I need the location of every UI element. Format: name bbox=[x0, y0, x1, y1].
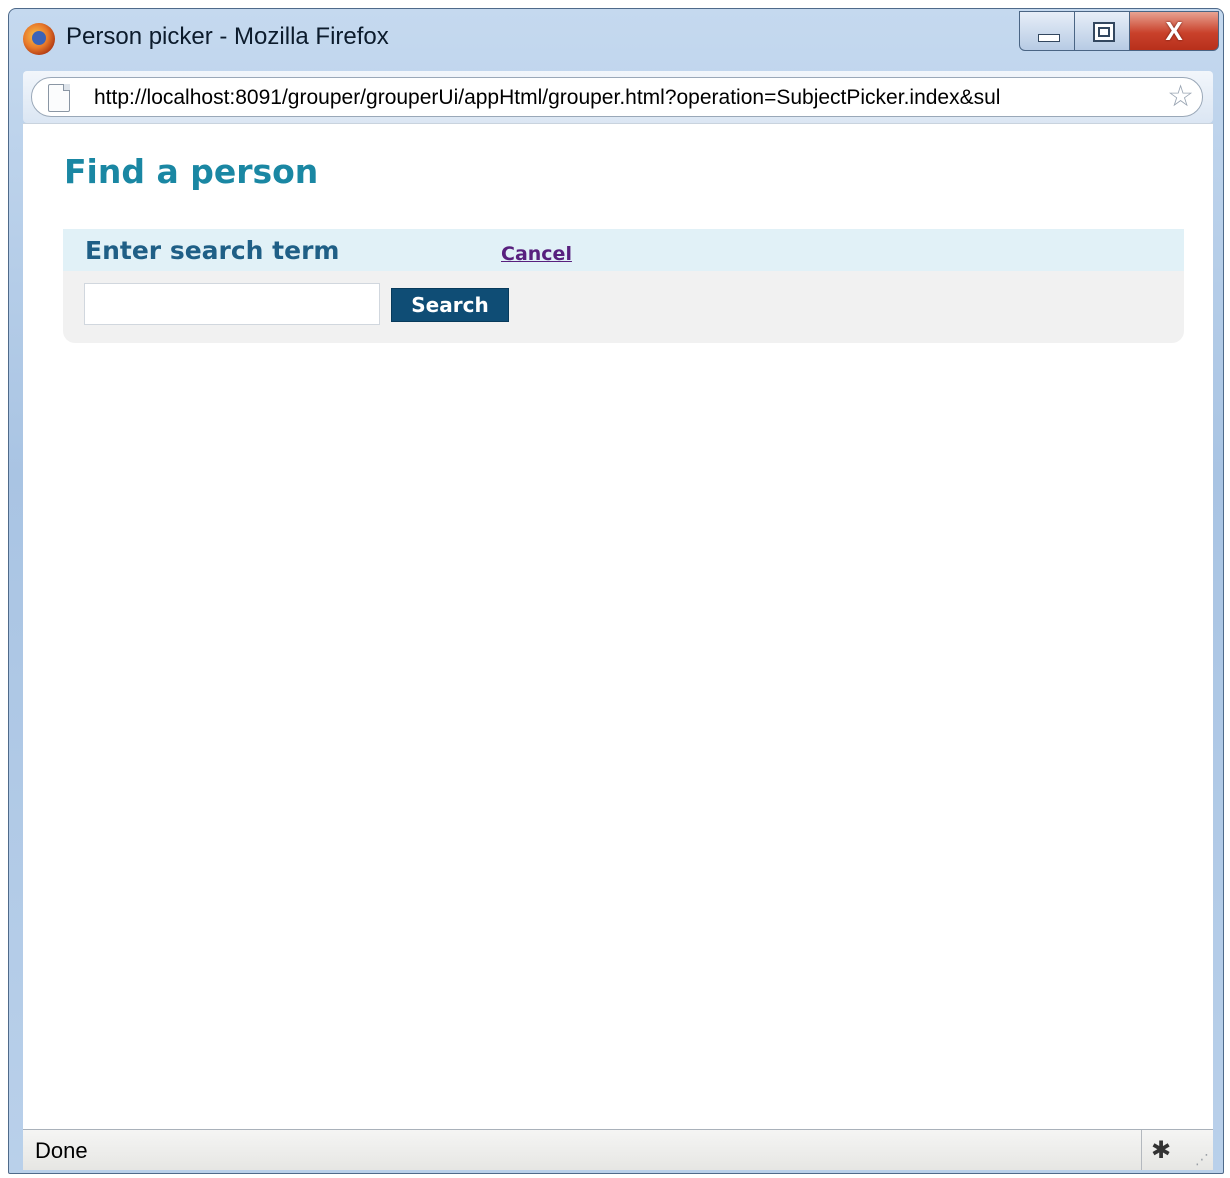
browser-window: Person picker - Mozilla Firefox X http:/… bbox=[8, 8, 1224, 1174]
firefox-icon bbox=[23, 23, 55, 55]
status-bar: Done ✱ ⋰ bbox=[23, 1129, 1213, 1170]
url-text[interactable]: http://localhost:8091/grouper/grouperUi/… bbox=[94, 86, 1158, 110]
search-button[interactable]: Search bbox=[391, 288, 509, 322]
close-button[interactable]: X bbox=[1129, 11, 1219, 51]
minimize-icon bbox=[1038, 34, 1060, 42]
close-icon: X bbox=[1165, 16, 1183, 46]
page-content: Find a person Enter search term Cancel S… bbox=[23, 123, 1213, 1130]
bug-icon[interactable]: ✱ bbox=[1151, 1136, 1171, 1164]
cancel-link[interactable]: Cancel bbox=[501, 243, 572, 265]
address-bar[interactable]: http://localhost:8091/grouper/grouperUi/… bbox=[31, 77, 1203, 117]
page-icon bbox=[48, 84, 70, 112]
status-divider bbox=[1141, 1130, 1142, 1170]
bookmark-star-icon[interactable]: ☆ bbox=[1167, 80, 1194, 114]
search-input[interactable] bbox=[84, 283, 380, 325]
search-panel: Enter search term Cancel Search bbox=[63, 229, 1184, 343]
minimize-button[interactable] bbox=[1019, 11, 1075, 51]
resize-grip-icon[interactable]: ⋰ bbox=[1195, 1152, 1209, 1168]
search-panel-header: Enter search term Cancel bbox=[63, 229, 1184, 271]
page-title: Find a person bbox=[64, 152, 319, 191]
maximize-icon bbox=[1093, 22, 1115, 42]
navigation-bar: http://localhost:8091/grouper/grouperUi/… bbox=[23, 71, 1213, 123]
maximize-button[interactable] bbox=[1074, 11, 1130, 51]
window-title: Person picker - Mozilla Firefox bbox=[66, 23, 389, 50]
search-panel-title: Enter search term bbox=[85, 236, 340, 265]
title-bar[interactable]: Person picker - Mozilla Firefox X bbox=[9, 9, 1223, 69]
status-text: Done bbox=[35, 1138, 88, 1163]
